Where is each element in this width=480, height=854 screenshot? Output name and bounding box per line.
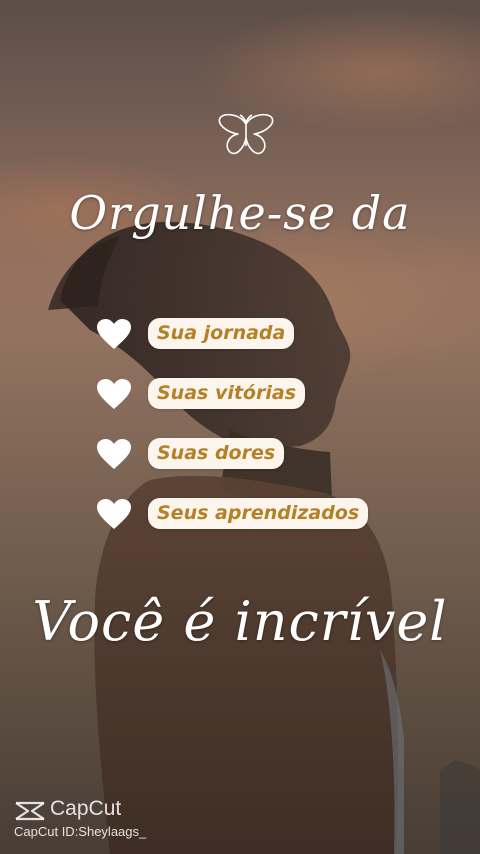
story-screen: Orgulhe-se da Sua jornada Suas vitórias … xyxy=(0,0,480,854)
butterfly-icon xyxy=(218,113,274,155)
item-label-pill: Seus aprendizados xyxy=(148,498,369,529)
heart-icon xyxy=(97,379,131,409)
heart-icon xyxy=(97,439,131,469)
capcut-name: CapCut xyxy=(50,797,122,820)
capcut-id: CapCut ID:Sheylaags_ xyxy=(14,824,147,839)
capcut-logo-icon xyxy=(15,801,45,821)
headline-bottom: Você é incrível xyxy=(32,590,448,653)
heart-icon xyxy=(97,319,131,349)
headline-top: Orgulhe-se da xyxy=(69,186,411,240)
item-label-pill: Sua jornada xyxy=(148,318,295,349)
heart-icon xyxy=(97,499,131,529)
item-label-pill: Suas dores xyxy=(148,438,285,469)
item-label-pill: Suas vitórias xyxy=(148,378,306,409)
